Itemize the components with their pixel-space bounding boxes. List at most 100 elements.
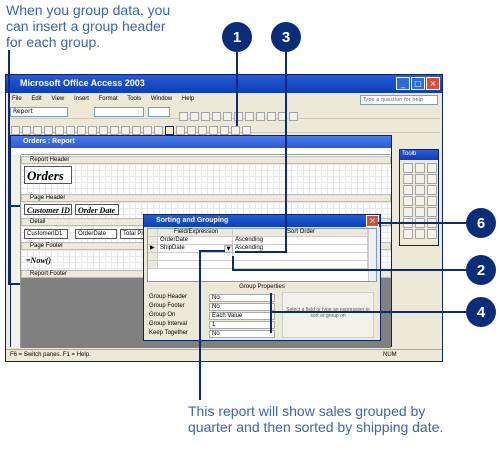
group-interval-value[interactable]: 1: [209, 321, 275, 329]
callout-3: 3: [271, 22, 301, 52]
image-tool-icon[interactable]: [427, 196, 437, 206]
callout-line-3-h: [235, 251, 287, 253]
grid-scrollbar[interactable]: [368, 229, 376, 281]
row-selector-4[interactable]: [148, 261, 158, 269]
font-size-combo[interactable]: [148, 107, 170, 117]
bound-frame-tool-icon[interactable]: [415, 207, 425, 217]
spelling-icon[interactable]: [55, 126, 64, 135]
vertical-ruler[interactable]: [11, 155, 21, 348]
option-group-tool-icon[interactable]: [415, 174, 425, 184]
toolbox-icon[interactable]: [154, 126, 163, 135]
format-painter-icon[interactable]: [99, 126, 108, 135]
wizard-tool-icon[interactable]: [415, 163, 425, 173]
command-button-tool-icon[interactable]: [415, 196, 425, 206]
order-cell-3[interactable]: [233, 253, 368, 261]
page-header-label: Page Header: [30, 195, 66, 201]
page-break-tool-icon[interactable]: [427, 207, 437, 217]
page-footer-label: Page Footer: [30, 243, 64, 249]
preview-icon[interactable]: [44, 126, 53, 135]
order-date-field[interactable]: OrderDate: [75, 229, 117, 239]
page-header-bar[interactable]: Page Header: [21, 194, 391, 202]
sorting-grouping-title: Sorting and Grouping: [144, 215, 380, 227]
formatting-toolbar: Report: [8, 106, 440, 121]
menu-format[interactable]: Format: [99, 96, 118, 102]
row-selector-1[interactable]: [148, 237, 158, 245]
num-lock-indicator: NUM: [383, 352, 397, 358]
combo-tool-icon[interactable]: [427, 185, 437, 195]
field-cell-4[interactable]: [158, 261, 233, 269]
customer-id-field[interactable]: CustomerID1: [24, 229, 68, 239]
object-combo[interactable]: Report: [10, 107, 68, 117]
customer-id-label[interactable]: Customer ID: [24, 204, 72, 215]
field-list-icon[interactable]: [143, 126, 152, 135]
checkbox-tool-icon[interactable]: [415, 185, 425, 195]
view-icon[interactable]: [11, 126, 20, 135]
keep-together-value[interactable]: No: [209, 330, 275, 338]
order-cell-4[interactable]: [233, 261, 368, 269]
menu-insert[interactable]: Insert: [74, 96, 89, 102]
dialog-close-button[interactable]: ×: [366, 215, 379, 227]
hyperlink-icon[interactable]: [132, 126, 141, 135]
redo-icon[interactable]: [121, 126, 130, 135]
line-tool-icon[interactable]: [403, 229, 413, 239]
order-date-label[interactable]: Order Date: [75, 204, 119, 215]
label-tool-icon[interactable]: [427, 163, 437, 173]
field-dropdown-arrow-icon[interactable]: ▼: [224, 245, 233, 253]
new-object-icon[interactable]: [231, 126, 240, 135]
group-footer-value[interactable]: No: [209, 303, 275, 311]
database-window-icon[interactable]: [220, 126, 229, 135]
menu-help[interactable]: Help: [182, 96, 194, 102]
textbox-tool-icon[interactable]: [403, 174, 413, 184]
copy-icon[interactable]: [77, 126, 86, 135]
more-controls-icon[interactable]: [427, 229, 437, 239]
rectangle-tool-icon[interactable]: [415, 229, 425, 239]
paste-icon[interactable]: [88, 126, 97, 135]
group-footer-label: Group Footer: [149, 303, 185, 309]
field-cell-3[interactable]: [158, 253, 233, 261]
group-on-value[interactable]: Each Value: [209, 312, 275, 320]
callout-line-bottom-note-h: [199, 250, 225, 252]
field-cell-1[interactable]: OrderDate: [158, 237, 233, 245]
help-search-input[interactable]: Type a question for help: [360, 95, 438, 105]
close-button[interactable]: ×: [426, 77, 440, 90]
callout-line-1: [236, 52, 238, 126]
group-header-value[interactable]: No: [209, 294, 275, 302]
menu-window[interactable]: Window: [151, 96, 172, 102]
sorting-grouping-dialog: Sorting and Grouping × Field/Expression …: [143, 214, 381, 341]
print-icon[interactable]: [33, 126, 42, 135]
autoformat-icon[interactable]: [176, 126, 185, 135]
row-selector-3[interactable]: [148, 253, 158, 261]
undo-icon[interactable]: [110, 126, 119, 135]
menu-view[interactable]: View: [51, 96, 64, 102]
toolbox-title: Toolb: [400, 150, 438, 160]
option-button-tool-icon[interactable]: [403, 185, 413, 195]
menu-file[interactable]: File: [12, 96, 22, 102]
sort-group-grid: Field/Expression Sort Order OrderDate As…: [147, 228, 377, 282]
unbound-frame-tool-icon[interactable]: [403, 207, 413, 217]
list-tool-icon[interactable]: [403, 196, 413, 206]
build-icon[interactable]: [209, 126, 218, 135]
sorting-grouping-icon[interactable]: [165, 126, 174, 135]
minimize-button[interactable]: _: [396, 77, 410, 90]
font-combo[interactable]: [94, 107, 144, 117]
report-header-section[interactable]: Orders: [21, 164, 391, 194]
row-selector-2[interactable]: ▶: [148, 245, 158, 253]
code-icon[interactable]: [187, 126, 196, 135]
properties-icon[interactable]: [198, 126, 207, 135]
top-annotation: When you group data, you can insert a gr…: [6, 2, 171, 50]
select-tool-icon[interactable]: [403, 163, 413, 173]
help-icon[interactable]: [242, 126, 251, 135]
horizontal-ruler[interactable]: [21, 148, 391, 155]
toggle-tool-icon[interactable]: [427, 174, 437, 184]
report-title-label[interactable]: Orders: [24, 166, 72, 184]
cut-icon[interactable]: [66, 126, 75, 135]
menu-tools[interactable]: Tools: [127, 96, 141, 102]
order-cell-1[interactable]: Ascending: [233, 237, 368, 245]
now-expression-field[interactable]: =Now(): [24, 255, 62, 265]
save-icon[interactable]: [22, 126, 31, 135]
maximize-button[interactable]: □: [411, 77, 425, 90]
report-header-bar[interactable]: Report Header: [21, 156, 391, 164]
callout-2: 2: [466, 255, 496, 285]
menu-edit[interactable]: Edit: [31, 96, 41, 102]
callout-line-bottom-note: [199, 250, 201, 400]
